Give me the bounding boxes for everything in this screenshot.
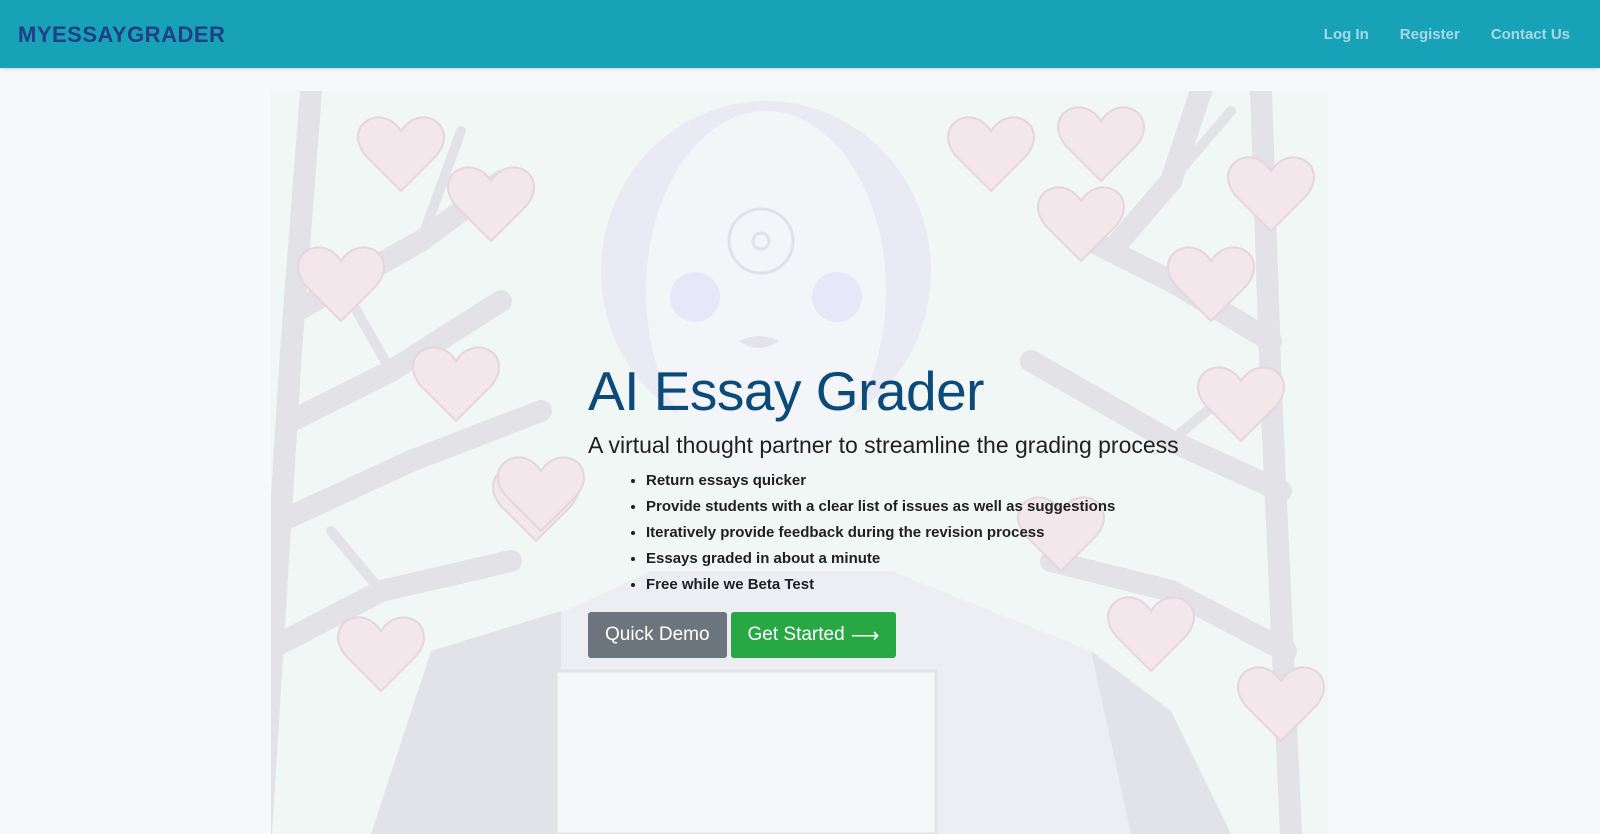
feature-item: Essays graded in about a minute [646, 546, 1328, 572]
brand-logo[interactable]: MYESSAYGRADER [18, 18, 225, 52]
quick-demo-label: Quick Demo [605, 624, 710, 645]
nav-login-link[interactable]: Log In [1324, 26, 1369, 43]
right-arrow-icon: ⟶ [850, 624, 880, 647]
feature-item: Iteratively provide feedback during the … [646, 520, 1328, 546]
nav-contact-link[interactable]: Contact Us [1491, 26, 1570, 43]
feature-item: Free while we Beta Test [646, 572, 1328, 598]
hero-subtitle: A virtual thought partner to streamline … [588, 432, 1179, 458]
feature-list: Return essays quicker Provide students w… [588, 468, 1328, 598]
feature-item: Provide students with a clear list of is… [646, 494, 1328, 520]
get-started-button[interactable]: Get Started ⟶ [730, 612, 897, 658]
page-title: AI Essay Grader [588, 360, 984, 422]
get-started-label: Get Started [747, 624, 845, 645]
quick-demo-button[interactable]: Quick Demo [588, 612, 727, 658]
feature-item: Return essays quicker [646, 468, 1328, 494]
cta-buttons: Quick Demo Get Started ⟶ [588, 612, 1328, 658]
nav-register-link[interactable]: Register [1400, 26, 1460, 43]
hero-content: AI Essay Grader A virtual thought partne… [588, 358, 1328, 658]
nav-links: Log In Register Contact Us [1293, 0, 1570, 68]
top-navbar: MYESSAYGRADER Log In Register Contact Us [0, 0, 1600, 68]
